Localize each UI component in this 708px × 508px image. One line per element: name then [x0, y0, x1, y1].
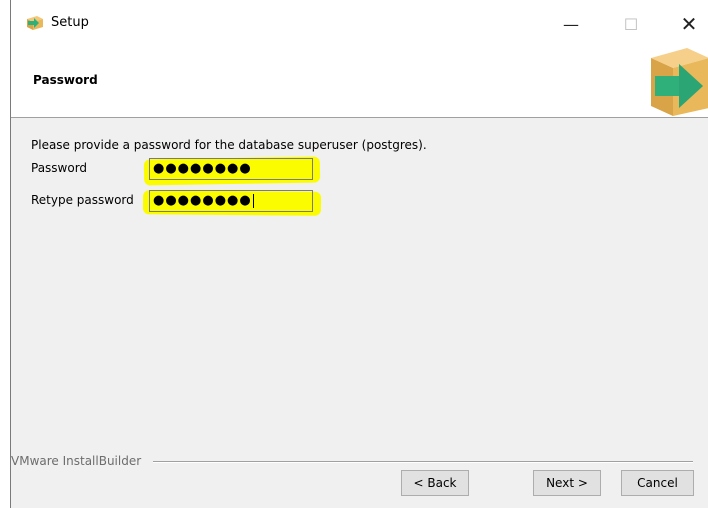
installer-brand-label: VMware InstallBuilder [11, 454, 146, 468]
maximize-button[interactable]: ☐ [609, 0, 653, 48]
next-button[interactable]: Next > [533, 470, 601, 496]
password-label: Password [31, 161, 88, 175]
retype-password-field[interactable]: ●●●●●●●● [149, 190, 313, 212]
retype-password-field-value: ●●●●●●●● [153, 193, 252, 208]
text-caret [252, 193, 254, 208]
password-instructions: Please provide a password for the databa… [31, 138, 427, 152]
retype-password-label: Retype password [31, 193, 134, 207]
cancel-button[interactable]: Cancel [621, 470, 694, 496]
page-header: Password [11, 48, 708, 118]
minimize-button[interactable]: — [549, 0, 593, 48]
back-button[interactable]: < Back [401, 470, 469, 496]
password-field-value: ●●●●●●●● [153, 161, 252, 176]
close-button[interactable]: ✕ [667, 0, 708, 48]
installer-app-icon [27, 16, 43, 30]
installer-box-arrow-icon [651, 48, 708, 116]
title-bar[interactable]: Setup — ☐ ✕ [11, 0, 708, 48]
setup-window: Setup — ☐ ✕ Password Please provide a pa… [10, 0, 708, 508]
page-title: Password [33, 73, 98, 87]
footer-divider [153, 461, 693, 463]
password-panel: Please provide a password for the databa… [11, 119, 708, 468]
password-field[interactable]: ●●●●●●●● [149, 158, 313, 180]
window-title: Setup [51, 15, 89, 30]
